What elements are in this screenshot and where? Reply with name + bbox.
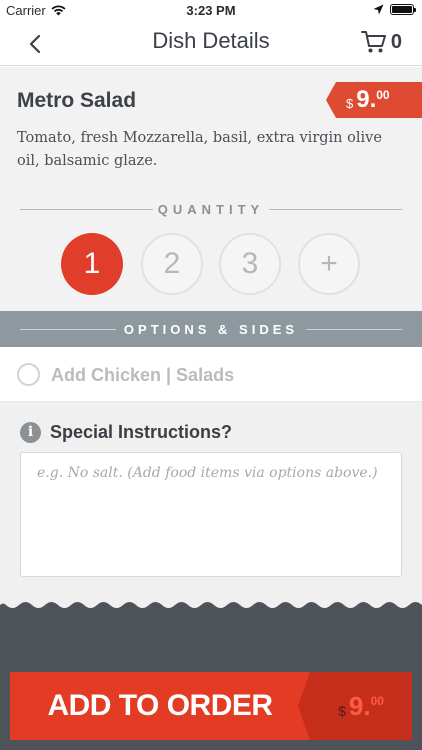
order-price-integer: 9. bbox=[348, 690, 371, 721]
dish-details: Metro Salad $ 9. 00 Tomato, fresh Mozzar… bbox=[0, 67, 422, 311]
battery-level bbox=[392, 6, 412, 13]
dish-name: Metro Salad bbox=[17, 89, 137, 112]
option-radio[interactable] bbox=[17, 363, 40, 386]
battery-icon bbox=[390, 4, 416, 15]
order-price-decimal: 00 bbox=[370, 694, 384, 708]
special-instructions-section: i Special Instructions? bbox=[0, 402, 422, 602]
add-to-order-button[interactable]: ADD TO ORDER $ 9. 00 bbox=[10, 672, 412, 740]
divider-line bbox=[269, 209, 402, 210]
info-icon: i bbox=[20, 422, 41, 443]
dish-description: Tomato, fresh Mozzarella, basil, extra v… bbox=[17, 130, 382, 169]
wave-edge bbox=[0, 601, 422, 608]
option-label: Add Chicken | Salads bbox=[51, 365, 235, 385]
option-add-chicken[interactable]: Add Chicken | Salads bbox=[0, 347, 422, 402]
divider-line bbox=[306, 329, 402, 330]
quantity-option-2[interactable]: 2 bbox=[141, 233, 203, 295]
quantity-selector: 1 2 3 + bbox=[61, 233, 361, 297]
cart-button[interactable]: 0 bbox=[360, 30, 402, 54]
quantity-option-1[interactable]: 1 bbox=[61, 233, 123, 295]
cart-icon bbox=[360, 31, 386, 53]
nav-bar: Dish Details 0 bbox=[0, 22, 422, 66]
price-tag: $ 9. 00 bbox=[326, 82, 422, 118]
price-decimal: 00 bbox=[376, 88, 390, 102]
status-right bbox=[373, 4, 416, 15]
instructions-label: Special Instructions? bbox=[50, 422, 233, 442]
status-time: 3:23 PM bbox=[186, 3, 236, 18]
options-header: OPTIONS & SIDES bbox=[0, 311, 422, 347]
quantity-option-3[interactable]: 3 bbox=[219, 233, 281, 295]
instructions-input[interactable] bbox=[20, 452, 402, 577]
status-bar: Carrier 3:23 PM bbox=[0, 0, 422, 22]
page-title: Dish Details bbox=[152, 28, 270, 53]
order-price-currency: $ bbox=[338, 703, 346, 719]
location-arrow-icon bbox=[373, 4, 384, 15]
quantity-more-button[interactable]: + bbox=[298, 233, 360, 295]
cart-count: 0 bbox=[390, 30, 402, 53]
price-currency: $ bbox=[346, 96, 354, 111]
order-price: $ 9. 00 bbox=[298, 672, 412, 740]
price-integer: 9. bbox=[356, 86, 377, 113]
add-to-order-label: ADD TO ORDER bbox=[47, 689, 273, 722]
quantity-header: QUANTITY bbox=[0, 200, 422, 220]
